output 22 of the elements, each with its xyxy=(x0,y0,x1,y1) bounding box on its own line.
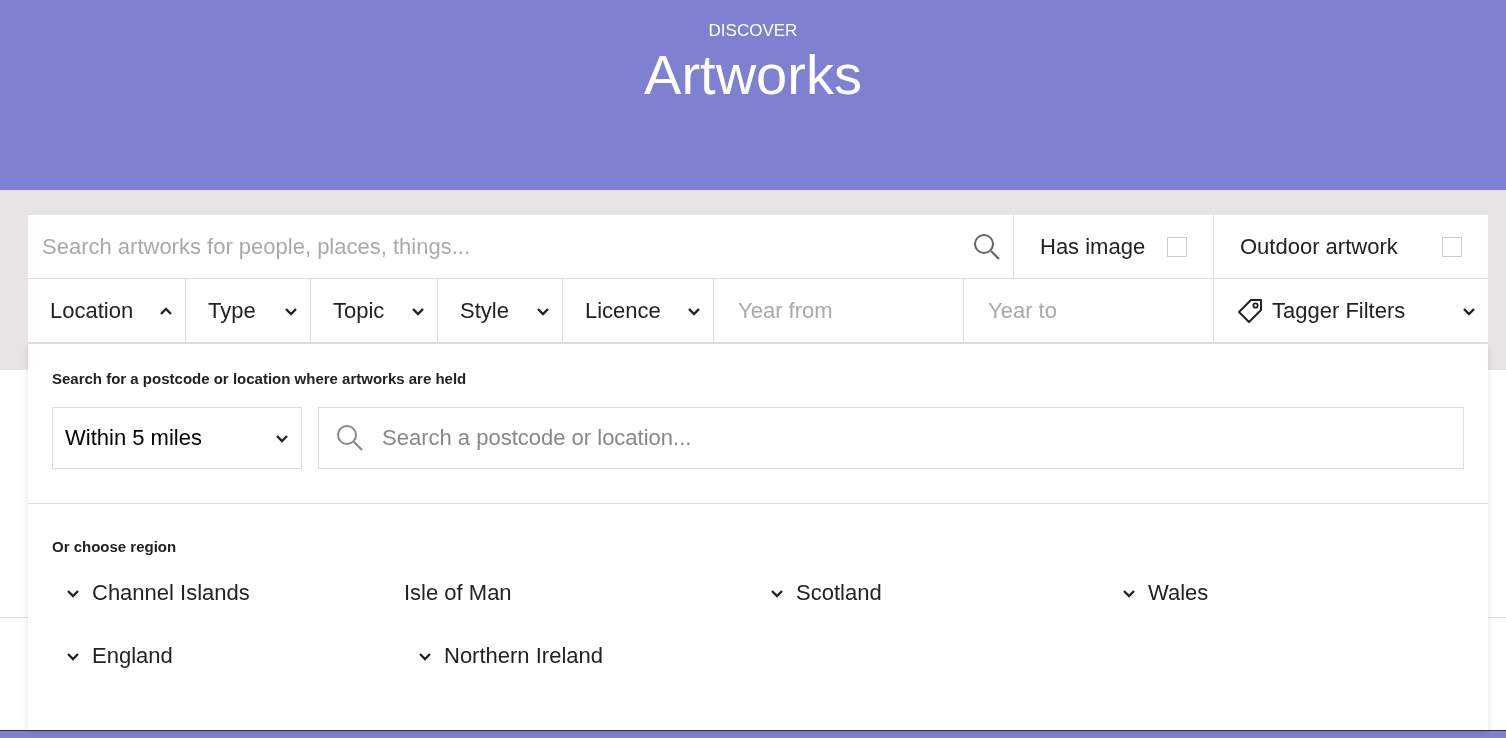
checkbox-label: Has image xyxy=(1040,233,1146,261)
checkbox[interactable] xyxy=(1167,236,1187,257)
region-item[interactable]: England xyxy=(52,639,404,672)
search-field[interactable]: Search artworks for people, places, things... xyxy=(40,229,957,264)
region-item[interactable]: Northern Ireland xyxy=(404,639,756,672)
region-item[interactable]: Channel Islands xyxy=(52,576,404,609)
search-icon xyxy=(973,232,1001,261)
region-item[interactable]: Scotland xyxy=(756,576,1108,609)
location-search-field[interactable]: Search a postcode or location... xyxy=(318,406,1464,469)
region-item[interactable]: Wales xyxy=(1108,576,1460,609)
year-field[interactable]: Year from xyxy=(736,293,951,328)
section-heading: Or choose region xyxy=(52,536,178,557)
page-title: Artworks xyxy=(643,43,863,106)
region-item[interactable]: Isle of Man xyxy=(404,576,756,609)
tag-icon xyxy=(1236,296,1264,325)
checkbox[interactable] xyxy=(1442,236,1462,257)
eyebrow-label: DISCOVER xyxy=(707,20,799,42)
section-heading: Search for a postcode or location where artworks are held xyxy=(52,369,468,389)
search-icon xyxy=(336,423,364,452)
checkbox-label: Outdoor artwork xyxy=(1240,233,1398,261)
radius-select[interactable]: Within 5 miles xyxy=(52,406,302,469)
year-field[interactable]: Year to xyxy=(986,293,1201,328)
